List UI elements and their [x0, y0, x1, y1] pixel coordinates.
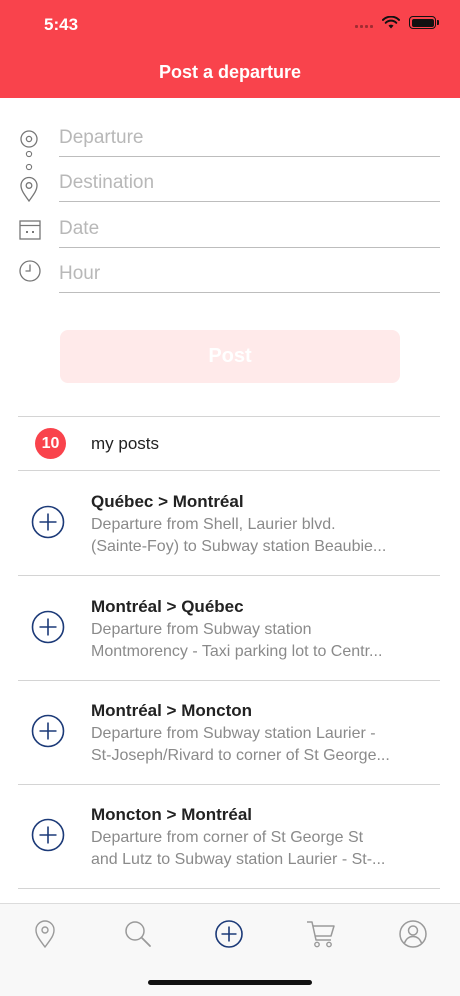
- post-route: Montréal > Québec: [91, 597, 244, 616]
- battery-icon: [409, 16, 439, 29]
- destination-field[interactable]: [59, 166, 440, 202]
- my-posts-header[interactable]: 10 my posts: [0, 416, 460, 470]
- list-item[interactable]: Montréal > Québec Departure from Subway …: [0, 576, 460, 680]
- page-title: Post a departure: [158, 62, 302, 82]
- destination-pin-icon: [20, 176, 38, 203]
- location-pin-icon: [35, 920, 55, 949]
- list-item[interactable]: Moncton > Montréal Departure from corner…: [0, 784, 460, 888]
- clock-icon: [19, 260, 41, 282]
- hour-field[interactable]: [59, 257, 440, 293]
- post-description: Departure from Subway station Laurier -S…: [91, 725, 390, 764]
- date-input[interactable]: [59, 212, 440, 246]
- add-circle-icon[interactable]: [31, 714, 65, 748]
- signal-icon: [355, 18, 373, 28]
- add-circle-icon: [215, 920, 243, 948]
- posts-count-badge: 10: [35, 428, 66, 459]
- calendar-icon: [19, 220, 41, 240]
- destination-input[interactable]: [59, 166, 440, 200]
- tab-cart[interactable]: [303, 916, 339, 952]
- origin-circle-icon: [20, 130, 38, 148]
- date-field[interactable]: [59, 212, 440, 248]
- tab-post[interactable]: [211, 916, 247, 952]
- departure-input[interactable]: [59, 121, 440, 155]
- home-indicator: [148, 980, 312, 985]
- add-circle-icon[interactable]: [31, 818, 65, 852]
- route-dots-icon: [25, 150, 33, 171]
- add-circle-icon[interactable]: [31, 505, 65, 539]
- header-bar: 5:43 Post a departure: [0, 0, 460, 98]
- post-description: Departure from Subway station Montmorency…: [91, 621, 383, 660]
- add-circle-icon[interactable]: [31, 610, 65, 644]
- post-route: Moncton > Montréal: [91, 805, 253, 824]
- tab-location[interactable]: [27, 916, 63, 952]
- cart-icon: [307, 921, 335, 948]
- departure-field[interactable]: [59, 121, 440, 157]
- post-description: Departure from corner of St George St and…: [91, 829, 386, 868]
- post-button[interactable]: Post: [60, 330, 400, 383]
- profile-icon: [399, 920, 427, 948]
- hour-input[interactable]: [59, 257, 440, 291]
- divider: [18, 888, 440, 889]
- post-route: Montréal > Moncton: [91, 701, 253, 720]
- tab-profile[interactable]: [395, 916, 431, 952]
- post-description: Departure from Shell, Laurier blvd. (Sain…: [91, 516, 387, 555]
- list-item[interactable]: Montréal > Moncton Departure from Subway…: [0, 680, 460, 784]
- search-icon: [125, 921, 151, 947]
- post-route: Québec > Montréal: [91, 492, 244, 511]
- my-posts-label: my posts: [91, 434, 160, 453]
- tab-search[interactable]: [120, 916, 156, 952]
- list-item[interactable]: Québec > Montréal Departure from Shell, …: [0, 471, 460, 575]
- wifi-icon: [382, 16, 400, 29]
- status-time: 5:43: [44, 15, 79, 34]
- status-icons: [355, 16, 439, 29]
